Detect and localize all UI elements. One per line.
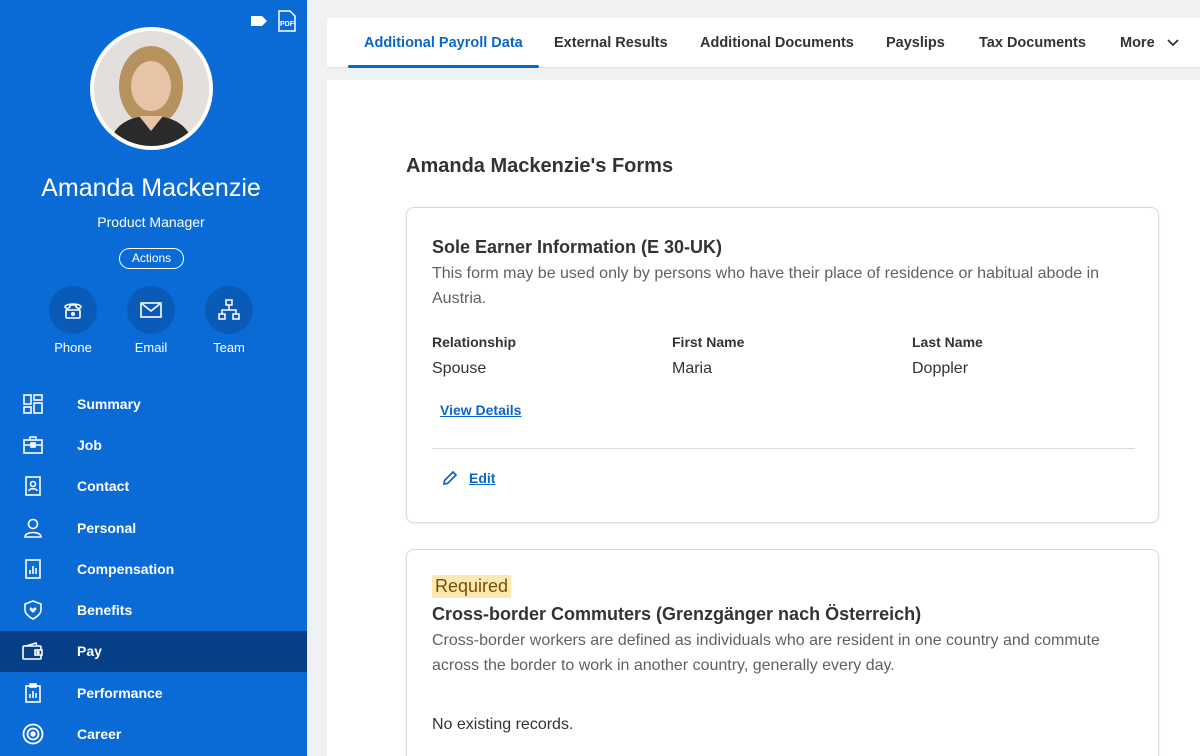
sidebar-item-label: Compensation <box>77 560 175 577</box>
performance-icon <box>22 682 44 704</box>
edit-link[interactable]: Edit <box>469 470 495 486</box>
sidebar-item-career[interactable]: Career <box>0 713 307 754</box>
profile-name: Amanda Mackenzie <box>41 174 261 202</box>
field-value-first-name: Maria <box>672 360 713 377</box>
tab-tax-documents[interactable]: Tax Documents <box>979 18 1086 68</box>
phone-icon <box>49 286 97 334</box>
personal-icon <box>22 517 44 539</box>
tab-payslips[interactable]: Payslips <box>886 18 945 68</box>
pdf-icon-label: PDF <box>280 21 295 28</box>
sidebar-item-label: Career <box>77 726 122 743</box>
no-records-text: No existing records. <box>432 716 574 733</box>
sidebar-item-label: Benefits <box>77 602 133 619</box>
sidebar-item-job[interactable]: Job <box>0 424 307 465</box>
pencil-icon[interactable] <box>442 470 458 491</box>
sidebar-top-icons: PDF <box>250 10 296 32</box>
tab-more[interactable]: More <box>1120 18 1179 68</box>
tab-additional-payroll-data[interactable]: Additional Payroll Data <box>348 18 539 68</box>
sidebar-item-contact[interactable]: Contact <box>0 466 307 507</box>
card-divider <box>432 448 1135 449</box>
phone-label: Phone <box>54 340 92 355</box>
sidebar-nav: Summary Job Contact Personal Compensatio… <box>0 383 307 755</box>
email-icon <box>127 286 175 334</box>
job-icon <box>22 434 44 456</box>
tab-additional-documents[interactable]: Additional Documents <box>700 18 854 68</box>
phone-button[interactable]: Phone <box>38 286 108 355</box>
sidebar-item-pay[interactable]: Pay <box>0 630 307 673</box>
tab-more-label: More <box>1120 35 1155 51</box>
tab-external-results[interactable]: External Results <box>554 18 668 68</box>
sidebar-item-label: Performance <box>77 684 163 701</box>
pdf-icon[interactable]: PDF <box>278 10 296 32</box>
form-card-sole-earner: Sole Earner Information (E 30-UK) This f… <box>406 207 1159 523</box>
required-badge: Required <box>432 575 512 598</box>
tab-bar: Additional Payroll Data External Results… <box>327 18 1200 68</box>
card-title: Sole Earner Information (E 30-UK) <box>432 237 723 257</box>
field-label-last-name: Last Name <box>912 334 983 350</box>
actions-button[interactable]: Actions <box>119 248 184 269</box>
main-content: Amanda Mackenzie's Forms Sole Earner Inf… <box>327 80 1200 756</box>
sidebar-item-performance[interactable]: Performance <box>0 672 307 713</box>
team-label: Team <box>213 340 245 355</box>
sidebar-item-summary[interactable]: Summary <box>0 383 307 424</box>
benefits-icon <box>22 599 44 621</box>
contact-icon <box>22 475 44 497</box>
field-value-relationship: Spouse <box>432 360 487 377</box>
field-label-relationship: Relationship <box>432 334 517 350</box>
card-title: Cross-border Commuters (Grenzgänger nach… <box>432 604 922 624</box>
summary-icon <box>22 393 44 415</box>
view-details-link[interactable]: View Details <box>440 402 521 418</box>
team-icon <box>205 286 253 334</box>
sidebar-item-benefits[interactable]: Benefits <box>0 589 307 630</box>
sidebar-item-label: Contact <box>77 478 130 495</box>
compensation-icon <box>22 558 44 580</box>
email-label: Email <box>134 340 168 355</box>
sidebar-item-label: Pay <box>77 643 102 660</box>
tag-icon[interactable] <box>250 15 268 27</box>
field-label-first-name: First Name <box>672 334 745 350</box>
sidebar-item-label: Job <box>77 436 102 453</box>
profile-title: Product Manager <box>97 214 205 230</box>
form-card-cross-border: Required Cross-border Commuters (Grenzgä… <box>406 549 1159 756</box>
sidebar-item-personal[interactable]: Personal <box>0 507 307 548</box>
quick-actions: Phone Email Team <box>0 286 302 366</box>
avatar[interactable] <box>90 27 213 150</box>
sidebar-item-label: Summary <box>77 395 141 412</box>
avatar-photo <box>94 31 209 146</box>
profile-sidebar: PDF Amanda Mackenzie Product Manager Act… <box>0 0 307 756</box>
pay-icon <box>22 640 44 662</box>
career-icon <box>22 723 44 745</box>
team-button[interactable]: Team <box>194 286 264 355</box>
chevron-down-icon <box>1167 18 1179 68</box>
card-description: This form may be used only by persons wh… <box>432 265 1100 307</box>
card-description: Cross-border workers are defined as indi… <box>432 632 1100 674</box>
email-button[interactable]: Email <box>116 286 186 355</box>
field-value-last-name: Doppler <box>912 360 969 377</box>
sidebar-item-label: Personal <box>77 519 137 536</box>
sidebar-item-compensation[interactable]: Compensation <box>0 548 307 589</box>
page-title: Amanda Mackenzie's Forms <box>406 155 674 177</box>
